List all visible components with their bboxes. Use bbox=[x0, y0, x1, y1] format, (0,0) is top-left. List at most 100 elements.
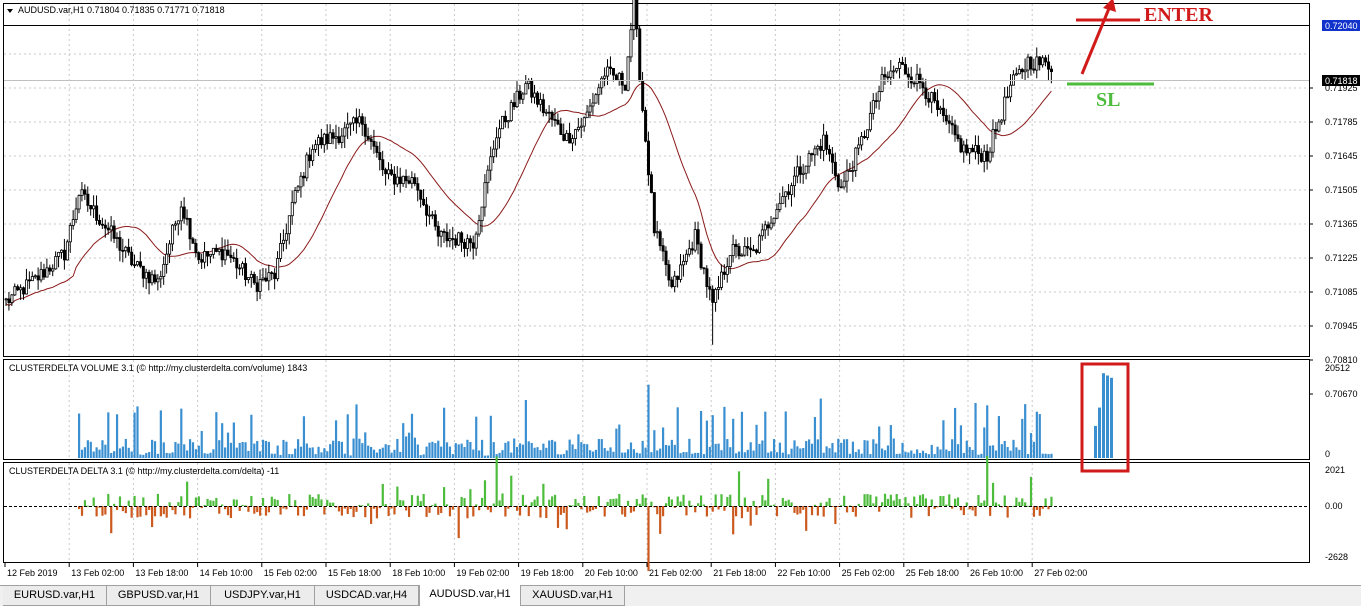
candle-body bbox=[1014, 73, 1018, 76]
candle-body bbox=[360, 116, 364, 125]
delta-bar bbox=[898, 499, 901, 506]
volume-bar bbox=[761, 440, 764, 458]
delta-bar bbox=[416, 495, 419, 506]
volume-bar bbox=[472, 449, 475, 458]
volume-bar bbox=[218, 440, 221, 458]
volume-bar bbox=[530, 442, 533, 458]
volume-bar bbox=[107, 412, 110, 458]
delta-bar bbox=[320, 499, 323, 506]
candle-body bbox=[1026, 56, 1030, 71]
candle-body bbox=[246, 277, 250, 280]
candle-body bbox=[203, 251, 207, 263]
tab-xauusd[interactable]: XAUUSD.var,H1 bbox=[521, 586, 625, 606]
candle-body bbox=[746, 246, 750, 249]
trading-chart[interactable]: AUDUSD.var,H1 0.71804 0.71835 0.71771 0.… bbox=[0, 0, 1361, 606]
candle-body bbox=[895, 68, 899, 72]
tab-eurusd[interactable]: EURUSD.var,H1 bbox=[3, 586, 107, 606]
delta-bar bbox=[165, 506, 168, 518]
delta-bar bbox=[583, 495, 586, 506]
volume-bar bbox=[89, 441, 92, 458]
delta-bar bbox=[945, 504, 948, 506]
volume-bar bbox=[615, 428, 618, 458]
candle-body bbox=[378, 152, 382, 161]
delta-bar bbox=[510, 475, 513, 506]
delta-bar bbox=[273, 499, 276, 506]
volume-bar bbox=[568, 439, 571, 458]
candle-body bbox=[664, 250, 668, 266]
delta-bar bbox=[664, 503, 668, 506]
volume-bar bbox=[577, 434, 580, 458]
volume-bar bbox=[898, 453, 901, 458]
volume-bar bbox=[851, 441, 854, 458]
candle-body bbox=[527, 80, 531, 84]
volume-bar bbox=[556, 454, 560, 458]
delta-panel-title: CLUSTERDELTA DELTA 3.1 (© http://my.clus… bbox=[9, 466, 279, 476]
candle-body bbox=[544, 111, 548, 114]
time-tick-label: 20 Feb 10:00 bbox=[585, 568, 638, 578]
candle-body bbox=[883, 74, 887, 78]
candle-body bbox=[118, 237, 122, 251]
delta-bar bbox=[460, 497, 463, 506]
delta-bar bbox=[332, 502, 335, 506]
volume-bar bbox=[337, 441, 341, 458]
candle-body bbox=[810, 153, 814, 156]
candle-body bbox=[994, 129, 998, 132]
candle-body bbox=[793, 175, 797, 187]
volume-bar bbox=[83, 447, 87, 458]
delta-bar bbox=[784, 500, 787, 506]
volume-bar bbox=[697, 452, 700, 458]
candle-body bbox=[647, 140, 651, 176]
delta-bar bbox=[962, 506, 965, 516]
candle-body bbox=[392, 173, 396, 185]
candle-body bbox=[261, 277, 265, 280]
candle-body bbox=[804, 165, 808, 174]
delta-bar bbox=[740, 506, 744, 519]
candle-body bbox=[930, 92, 934, 103]
candle-body bbox=[492, 148, 496, 158]
candle-body bbox=[442, 231, 446, 233]
volume-panel-frame bbox=[3, 359, 1310, 460]
delta-bar bbox=[624, 506, 627, 517]
candle-body bbox=[489, 156, 493, 171]
volume-bar bbox=[431, 441, 434, 458]
volume-bar bbox=[621, 452, 624, 458]
volume-bar bbox=[425, 446, 428, 458]
delta-bar bbox=[851, 506, 854, 512]
candle-body bbox=[135, 261, 139, 266]
delta-bar bbox=[215, 497, 218, 506]
candle-body bbox=[839, 186, 843, 189]
delta-bar bbox=[670, 499, 673, 506]
delta-bar bbox=[591, 506, 595, 511]
candle-body bbox=[1044, 57, 1048, 63]
candle-body bbox=[71, 219, 75, 226]
candle-body bbox=[454, 238, 458, 246]
candle-body bbox=[679, 264, 683, 280]
volume-bar bbox=[364, 432, 367, 458]
time-tick-label: 14 Feb 10:00 bbox=[200, 568, 253, 578]
tab-usdcad[interactable]: USDCAD.var,H4 bbox=[315, 586, 419, 606]
tab-usdjpy[interactable]: USDJPY.var,H1 bbox=[211, 586, 315, 606]
volume-bar bbox=[118, 448, 122, 458]
delta-bar bbox=[743, 497, 746, 506]
volume-bar bbox=[291, 454, 294, 458]
delta-bar bbox=[954, 498, 957, 506]
candle-body bbox=[760, 229, 764, 237]
candle-body bbox=[1029, 56, 1033, 70]
candle-body bbox=[874, 100, 878, 103]
candle-body bbox=[600, 77, 604, 89]
time-tick-label: 21 Feb 18:00 bbox=[713, 568, 766, 578]
candle-body bbox=[559, 123, 563, 135]
delta-bar bbox=[626, 500, 630, 506]
tab-gbpusd[interactable]: GBPUSD.var,H1 bbox=[107, 586, 211, 606]
volume-bar bbox=[156, 453, 160, 458]
tab-audusd[interactable]: AUDUSD.var,H1 bbox=[419, 585, 521, 606]
volume-bar bbox=[399, 451, 402, 458]
delta-bar bbox=[539, 506, 542, 518]
volume-bar bbox=[1050, 453, 1053, 458]
candle-body bbox=[556, 119, 560, 125]
volume-bar bbox=[276, 445, 279, 458]
delta-bar bbox=[177, 502, 180, 506]
candle-body bbox=[579, 125, 583, 128]
delta-bar bbox=[399, 500, 402, 506]
candle-body bbox=[708, 286, 712, 290]
